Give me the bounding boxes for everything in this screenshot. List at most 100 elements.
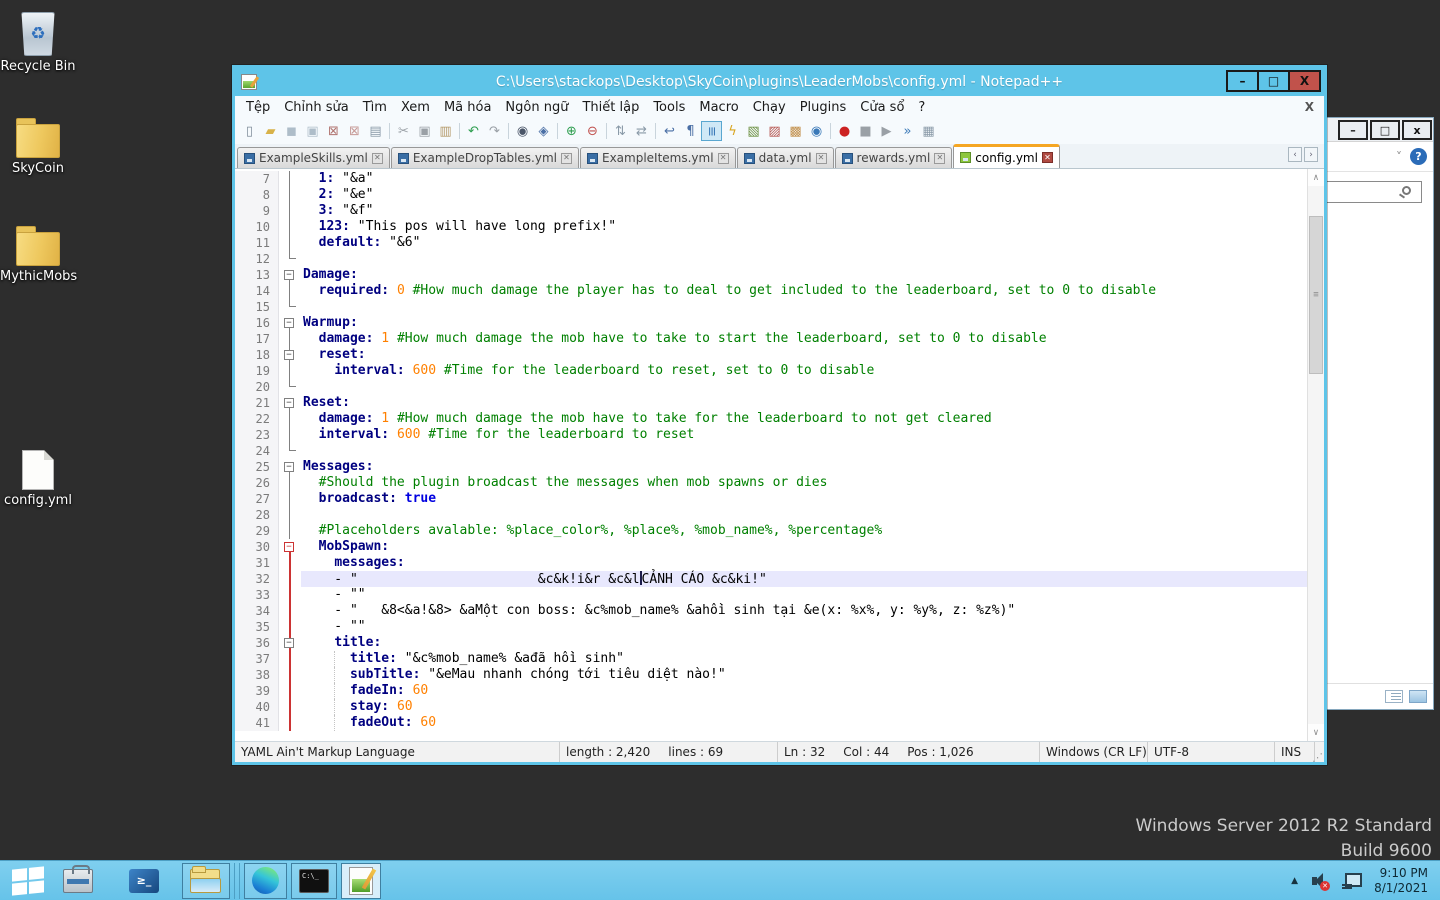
code-line-39[interactable]: 39 fadeIn: 60 <box>235 683 1307 699</box>
copy-icon[interactable]: ▣ <box>414 121 435 141</box>
fold-margin[interactable]: − <box>279 395 301 411</box>
tab-close-icon[interactable]: ✕ <box>1042 152 1053 163</box>
npp-titlebar[interactable]: C:\Users\stackops\Desktop\SkyCoin\plugin… <box>235 68 1324 96</box>
code-line-7[interactable]: 7 1: "&a" <box>235 171 1307 187</box>
menu-item-plugins[interactable]: Plugins <box>793 98 854 117</box>
code-line-21[interactable]: 21−Reset: <box>235 395 1307 411</box>
code-line-29[interactable]: 29 #Placeholders avalable: %place_color%… <box>235 523 1307 539</box>
folder-as-workspace-icon[interactable]: ▩ <box>785 121 806 141</box>
function-completion-icon[interactable]: ϟ <box>722 121 743 141</box>
scroll-down-icon[interactable]: ∨ <box>1308 724 1324 741</box>
menu-item-ch-nh-s-a[interactable]: Chỉnh sửa <box>277 98 356 117</box>
code-line-8[interactable]: 8 2: "&e" <box>235 187 1307 203</box>
fold-collapse-icon[interactable]: − <box>284 270 294 280</box>
tab-close-icon[interactable]: ✕ <box>718 153 729 164</box>
macro-save-icon[interactable]: ▦ <box>918 121 939 141</box>
sync-horizontal-icon[interactable]: ⇄ <box>631 121 652 141</box>
cut-icon[interactable]: ✂ <box>393 121 414 141</box>
code-line-18[interactable]: 18− reset: <box>235 347 1307 363</box>
explorer-maximize-button[interactable]: □ <box>1370 120 1400 140</box>
code-line-19[interactable]: 19 interval: 600 #Time for the leaderboa… <box>235 363 1307 379</box>
sync-vertical-icon[interactable]: ⇅ <box>610 121 631 141</box>
code-line-17[interactable]: 17 damage: 1 #How much damage the mob ha… <box>235 331 1307 347</box>
ribbon-collapse-icon[interactable]: ˅ <box>1396 150 1402 164</box>
taskbar-button-file-explorer[interactable] <box>182 863 230 899</box>
tab-ExampleDropTables-yml[interactable]: ExampleDropTables.yml✕ <box>391 147 579 168</box>
code-line-10[interactable]: 10 123: "This pos will have long prefix!… <box>235 219 1307 235</box>
code-line-24[interactable]: 24 <box>235 443 1307 459</box>
close-all-icon[interactable]: ⊠ <box>344 121 365 141</box>
code-line-9[interactable]: 9 3: "&f" <box>235 203 1307 219</box>
fold-collapse-icon[interactable]: − <box>284 350 294 360</box>
fold-collapse-icon[interactable]: − <box>284 638 294 648</box>
tray-overflow-icon[interactable]: ▲ <box>1291 876 1298 886</box>
npp-minimize-button[interactable]: – <box>1226 70 1259 92</box>
tab-data-yml[interactable]: data.yml✕ <box>737 147 834 168</box>
code-line-12[interactable]: 12 <box>235 251 1307 267</box>
tab-ExampleSkills-yml[interactable]: ExampleSkills.yml✕ <box>237 147 390 168</box>
zoom-in-icon[interactable]: ⊕ <box>561 121 582 141</box>
code-line-15[interactable]: 15 <box>235 299 1307 315</box>
code-line-23[interactable]: 23 interval: 600 #Time for the leaderboa… <box>235 427 1307 443</box>
start-button[interactable] <box>0 861 56 900</box>
desktop-icon-mythicmobs[interactable]: MythicMobs <box>0 216 76 284</box>
menu-item-ch-y[interactable]: Chạy <box>746 98 793 117</box>
macro-stop-icon[interactable]: ■ <box>855 121 876 141</box>
tab-scroll-right-icon[interactable]: › <box>1304 147 1318 162</box>
vertical-scrollbar[interactable]: ∧ ≡ ∨ <box>1307 169 1324 741</box>
powershell-icon[interactable]: ≥_ <box>122 861 166 900</box>
tab-close-icon[interactable]: ✕ <box>561 153 572 164</box>
desktop-icon-recycle-bin[interactable]: ♻Recycle Bin <box>0 6 76 74</box>
network-icon[interactable] <box>1342 873 1362 889</box>
tab-close-icon[interactable]: ✕ <box>816 153 827 164</box>
code-line-22[interactable]: 22 damage: 1 #How much damage the mob ha… <box>235 411 1307 427</box>
open-file-icon[interactable]: ▰ <box>260 121 281 141</box>
clock[interactable]: 9:10 PM 8/1/2021 <box>1374 866 1428 896</box>
npp-maximize-button[interactable]: □ <box>1257 70 1290 92</box>
npp-close-button[interactable]: X <box>1288 70 1321 92</box>
save-all-icon[interactable]: ▣ <box>302 121 323 141</box>
tab-config-yml[interactable]: config.yml✕ <box>953 144 1060 168</box>
fold-collapse-icon[interactable]: − <box>284 542 294 552</box>
code-line-37[interactable]: 37 title: "&c%mob_name% &ađã hồi sinh" <box>235 651 1307 667</box>
fold-collapse-icon[interactable]: − <box>284 462 294 472</box>
tab-ExampleItems-yml[interactable]: ExampleItems.yml✕ <box>580 147 736 168</box>
menu-item-?[interactable]: ? <box>911 98 932 117</box>
code-line-32[interactable]: 32 - " &c&k!i&r &c&lCẢNH CÁO &c&ki!" <box>235 571 1307 587</box>
undo-icon[interactable]: ↶ <box>463 121 484 141</box>
code-line-27[interactable]: 27 broadcast: true <box>235 491 1307 507</box>
tab-close-icon[interactable]: ✕ <box>934 153 945 164</box>
tab-scroll-left-icon[interactable]: ‹ <box>1288 147 1302 162</box>
taskbar-button-command-prompt[interactable]: C:\_ <box>291 863 337 899</box>
code-line-33[interactable]: 33 - "" <box>235 587 1307 603</box>
code-line-16[interactable]: 16−Warmup: <box>235 315 1307 331</box>
code-line-40[interactable]: 40 stay: 60 <box>235 699 1307 715</box>
fold-margin[interactable]: − <box>279 347 301 363</box>
code-line-38[interactable]: 38 subTitle: "&eMau nhanh chóng tới tiêu… <box>235 667 1307 683</box>
menu-item-t-m[interactable]: Tìm <box>356 98 394 117</box>
taskbar-button-microsoft-edge[interactable] <box>244 863 287 899</box>
new-file-icon[interactable]: ▯ <box>239 121 260 141</box>
menu-close-icon[interactable]: X <box>1305 100 1314 114</box>
explorer-minimize-button[interactable]: – <box>1338 120 1368 140</box>
code-line-25[interactable]: 25−Messages: <box>235 459 1307 475</box>
replace-icon[interactable]: ◈ <box>533 121 554 141</box>
document-monitor-icon[interactable]: ◉ <box>806 121 827 141</box>
code-line-26[interactable]: 26 #Should the plugin broadcast the mess… <box>235 475 1307 491</box>
scroll-up-icon[interactable]: ∧ <box>1308 169 1324 186</box>
close-file-icon[interactable]: ⊠ <box>323 121 344 141</box>
code-line-31[interactable]: 31 messages: <box>235 555 1307 571</box>
macro-record-icon[interactable]: ● <box>834 121 855 141</box>
macro-run-multiple-icon[interactable]: » <box>897 121 918 141</box>
code-line-36[interactable]: 36− title: <box>235 635 1307 651</box>
code-line-35[interactable]: 35 - "" <box>235 619 1307 635</box>
fold-margin[interactable]: − <box>279 459 301 475</box>
scrollbar-thumb[interactable]: ≡ <box>1309 216 1323 374</box>
menu-item-xem[interactable]: Xem <box>394 98 437 117</box>
menu-item-t-p[interactable]: Tệp <box>239 98 277 117</box>
zoom-out-icon[interactable]: ⊖ <box>582 121 603 141</box>
fold-collapse-icon[interactable]: − <box>284 318 294 328</box>
show-all-characters-icon[interactable]: ¶ <box>680 121 701 141</box>
thumbnail-view-icon[interactable] <box>1409 690 1427 703</box>
code-line-20[interactable]: 20 <box>235 379 1307 395</box>
